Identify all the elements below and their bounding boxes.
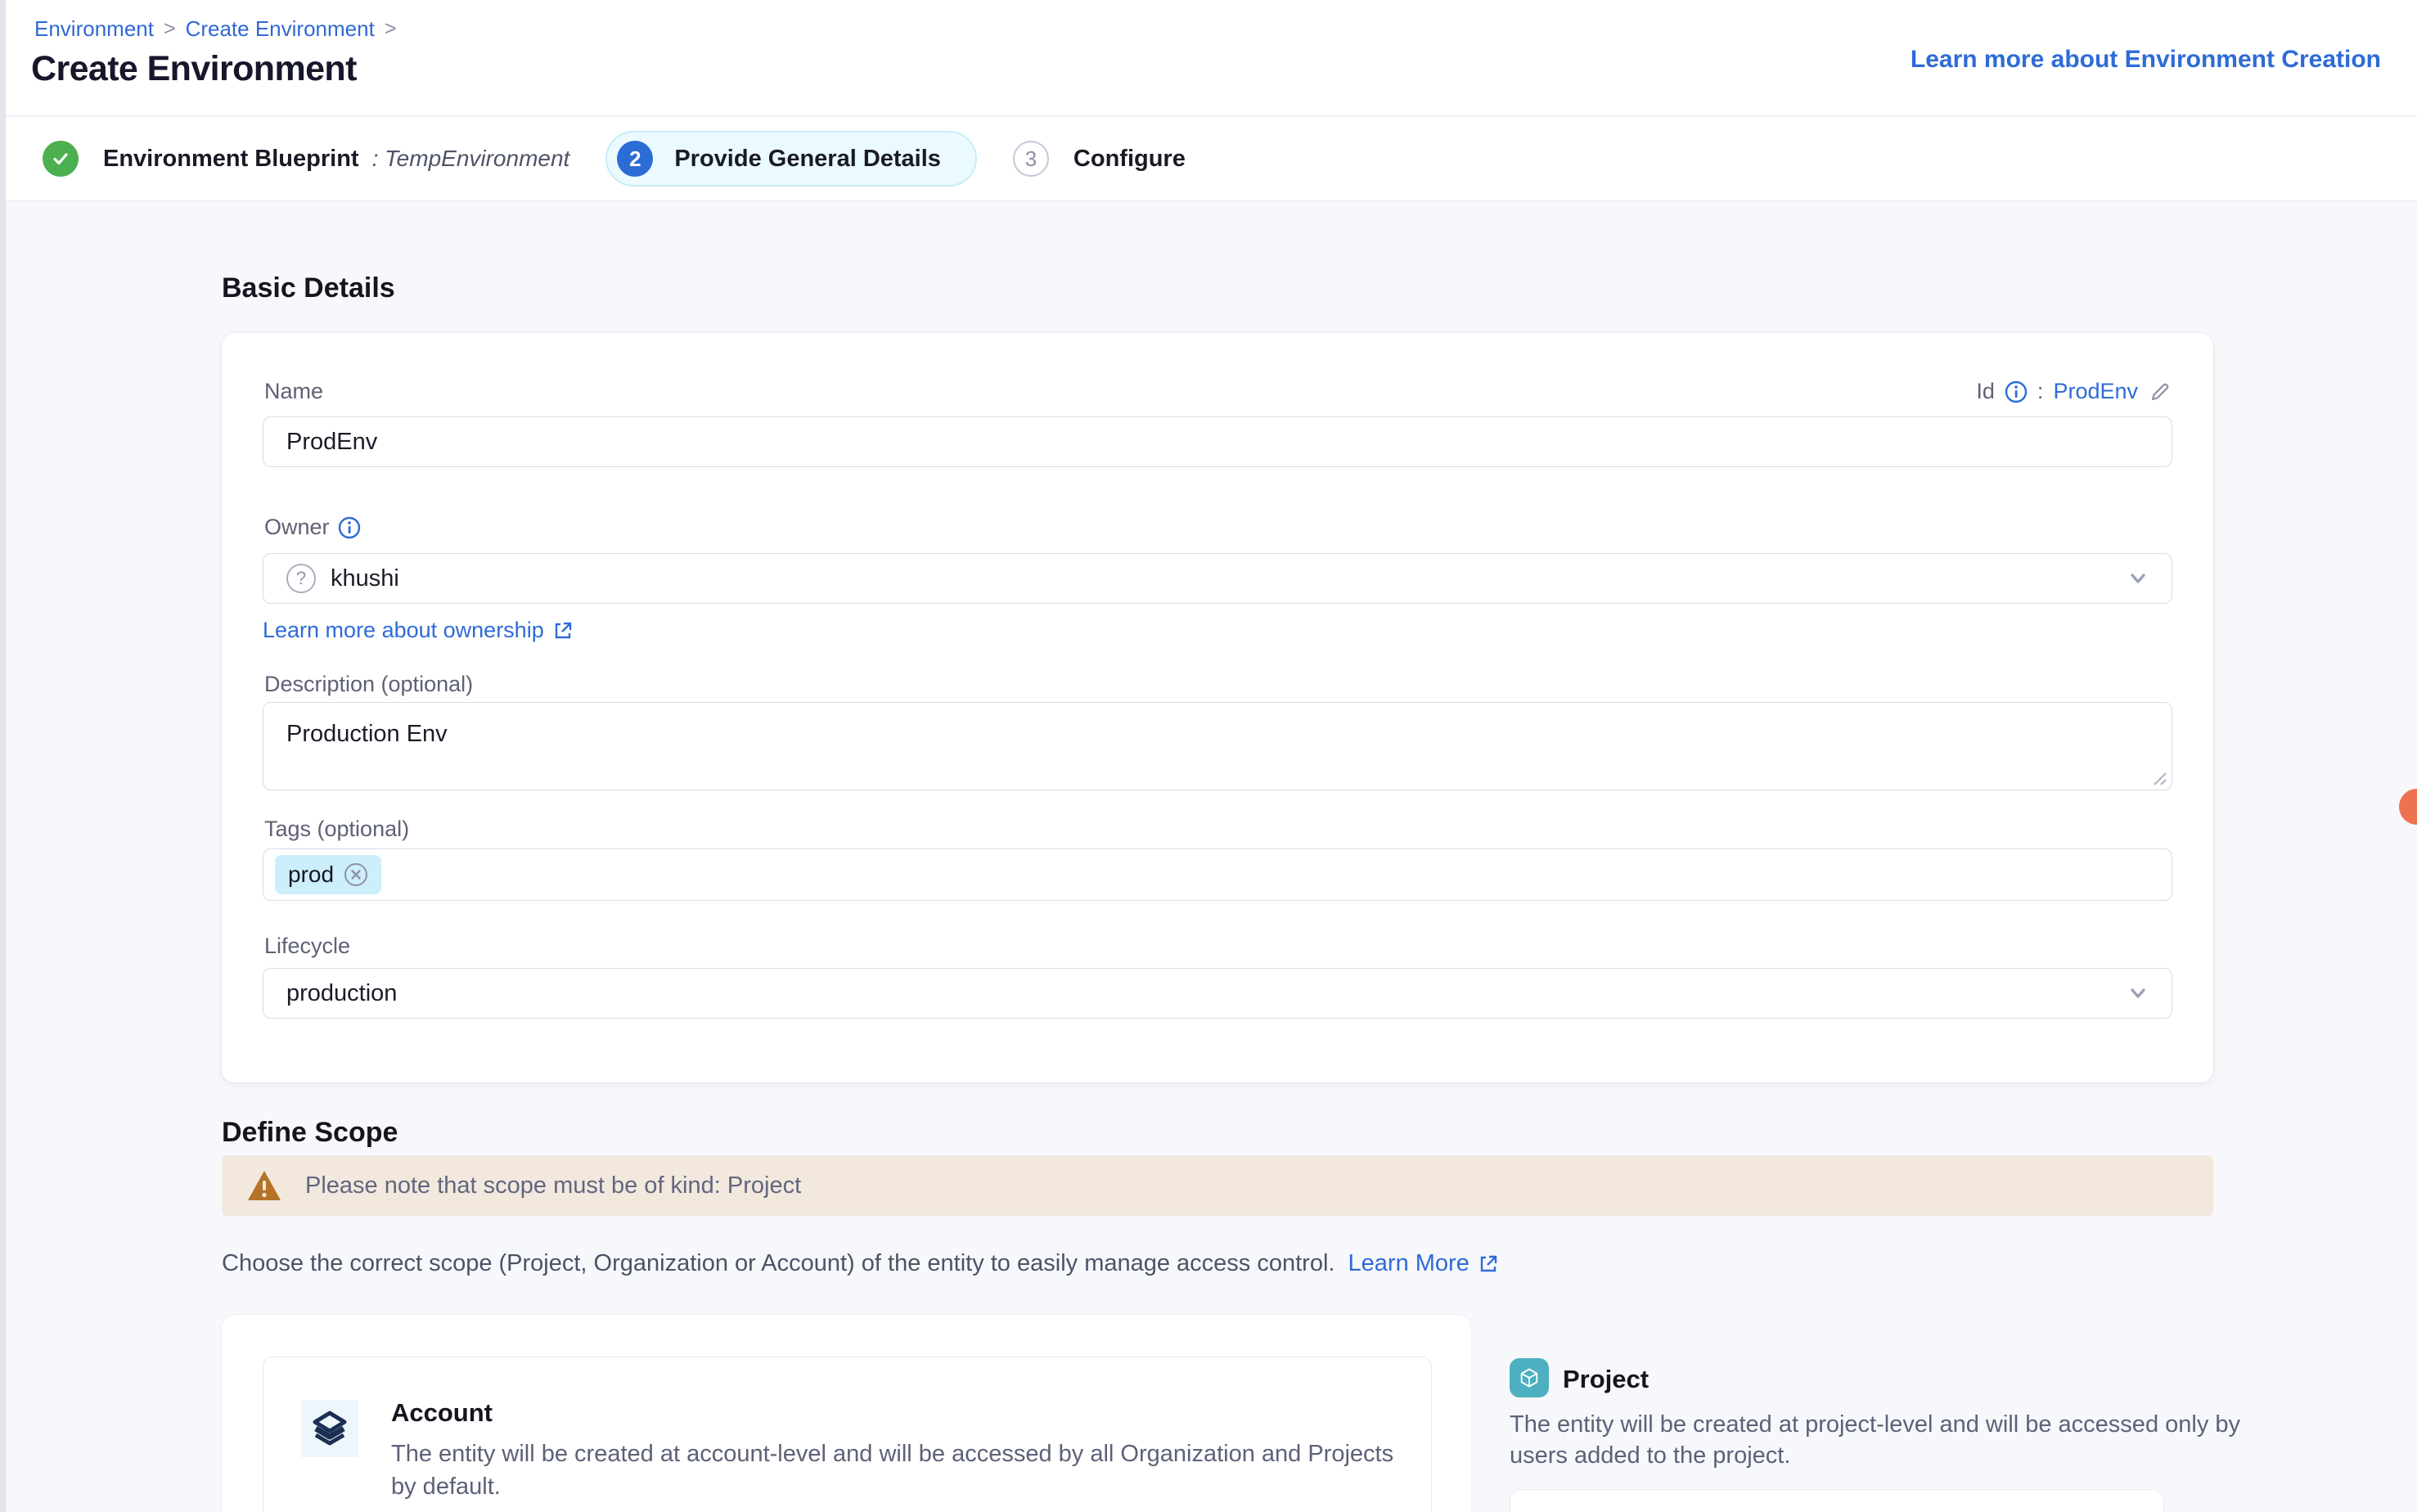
remove-tag-icon[interactable]	[344, 862, 368, 887]
warning-text: Please note that scope must be of kind: …	[305, 1172, 801, 1199]
id-label: Id	[1976, 379, 1995, 404]
scope-option-account[interactable]: Account The entity will be created at ac…	[263, 1357, 1432, 1512]
check-icon	[43, 141, 79, 177]
layers-icon	[301, 1400, 358, 1457]
lifecycle-value: production	[286, 980, 397, 1007]
id-separator: :	[2037, 379, 2044, 404]
entity-id-row: Id : ProdEnv	[1976, 379, 2172, 404]
name-input[interactable]	[263, 416, 2172, 467]
learn-more-scope-link[interactable]: Learn More	[1348, 1250, 1499, 1277]
step-label: Provide General Details	[674, 146, 941, 173]
account-option-description: The entity will be created at account-le…	[391, 1438, 1406, 1503]
tags-label: Tags (optional)	[264, 817, 409, 842]
project-option-description: The entity will be created at project-le…	[1510, 1409, 2246, 1471]
tag-chip: prod	[275, 855, 381, 894]
owner-label-text: Owner	[264, 515, 330, 540]
page-header: Environment > Create Environment > Creat…	[0, 0, 2417, 116]
description-label: Description (optional)	[264, 672, 473, 697]
scope-warning-banner: Please note that scope must be of kind: …	[222, 1155, 2213, 1216]
link-text: Learn more about ownership	[263, 618, 544, 643]
step-annotation: : TempEnvironment	[372, 146, 570, 172]
scope-intro-sentence: Choose the correct scope (Project, Organ…	[222, 1250, 1335, 1276]
edit-icon[interactable]	[2148, 380, 2172, 404]
scope-options-panel: Account The entity will be created at ac…	[222, 1315, 1471, 1512]
scope-intro-text: Choose the correct scope (Project, Organ…	[222, 1250, 1499, 1277]
left-edge-divider	[0, 0, 6, 1512]
define-scope-heading: Define Scope	[222, 1117, 398, 1149]
link-text: Learn More	[1348, 1250, 1470, 1277]
page-title: Create Environment	[31, 49, 357, 89]
breadcrumb: Environment > Create Environment >	[34, 16, 396, 42]
owner-select[interactable]: ? khushi	[263, 553, 2172, 604]
warning-icon	[246, 1169, 282, 1202]
chevron-right-icon: >	[385, 17, 397, 41]
step-number-badge: 2	[617, 141, 653, 177]
lifecycle-select[interactable]: production	[263, 968, 2172, 1019]
chevron-right-icon: >	[164, 17, 176, 41]
entity-id-value: ProdEnv	[2053, 379, 2138, 404]
step-label: Configure	[1073, 146, 1186, 173]
learn-more-ownership-link[interactable]: Learn more about ownership	[263, 618, 574, 643]
lifecycle-label: Lifecycle	[264, 934, 350, 959]
owner-label: Owner	[264, 515, 361, 540]
user-question-icon: ?	[286, 564, 316, 593]
cube-icon	[1510, 1358, 1549, 1397]
chevron-down-icon	[2126, 566, 2150, 591]
step-provide-general-details[interactable]: 2 Provide General Details	[605, 131, 977, 187]
basic-details-card: Name Id : ProdEnv Owner ? khushi Learn m…	[222, 333, 2213, 1082]
project-scope-select[interactable]	[1510, 1489, 2164, 1512]
basic-details-heading: Basic Details	[222, 272, 395, 304]
external-link-icon	[1478, 1253, 1499, 1275]
name-label: Name	[264, 379, 323, 404]
breadcrumb-create-environment[interactable]: Create Environment	[186, 16, 375, 42]
owner-value: khushi	[331, 565, 399, 592]
external-link-icon	[552, 620, 574, 641]
step-number-badge: 3	[1013, 141, 1049, 177]
breadcrumb-environment[interactable]: Environment	[34, 16, 154, 42]
description-textarea[interactable]: Production Env	[263, 702, 2172, 790]
step-label: Environment Blueprint	[103, 146, 359, 173]
feedback-widget-tab[interactable]	[2399, 789, 2417, 825]
info-icon[interactable]	[2005, 380, 2028, 403]
info-icon[interactable]	[338, 516, 361, 539]
tag-chip-label: prod	[288, 862, 334, 888]
chevron-down-icon	[2126, 981, 2150, 1006]
account-option-title: Account	[391, 1398, 493, 1428]
project-option-title: Project	[1563, 1365, 1649, 1394]
learn-more-environment-creation-link[interactable]: Learn more about Environment Creation	[1911, 46, 2381, 74]
step-configure[interactable]: 3 Configure	[1013, 141, 1186, 177]
tags-input[interactable]: prod	[263, 848, 2172, 901]
step-environment-blueprint[interactable]: Environment Blueprint : TempEnvironment	[43, 141, 569, 177]
wizard-stepper: Environment Blueprint : TempEnvironment …	[0, 117, 2417, 201]
